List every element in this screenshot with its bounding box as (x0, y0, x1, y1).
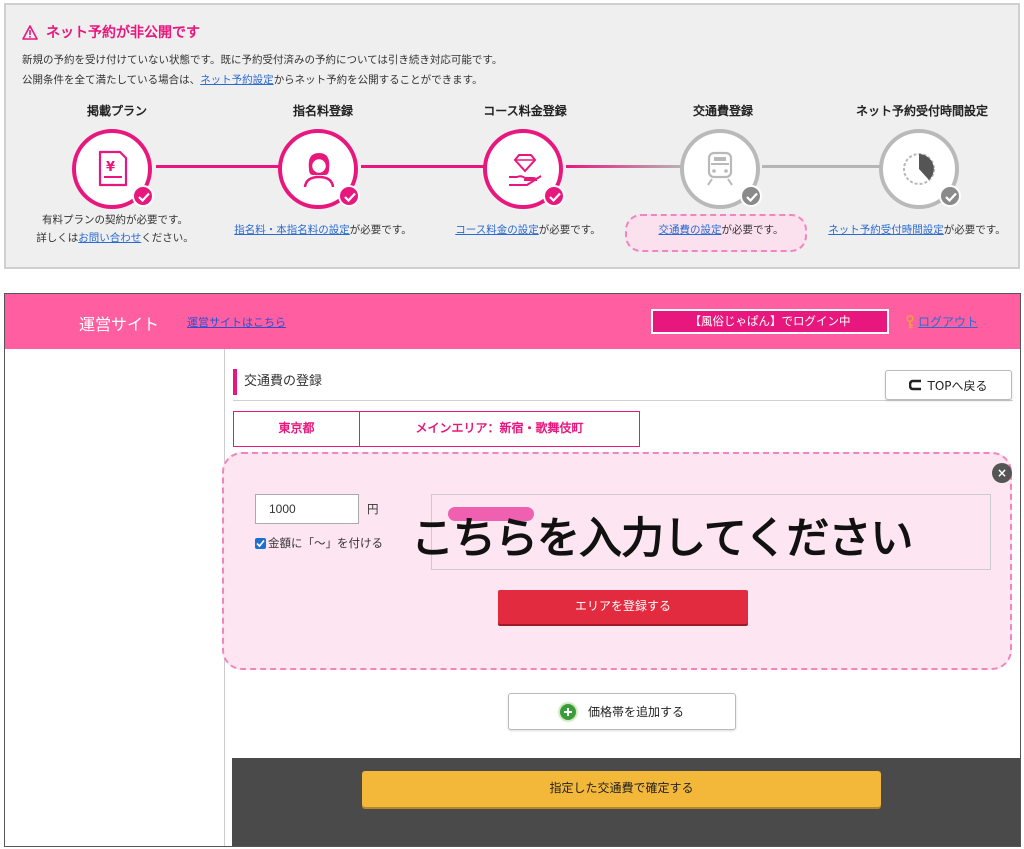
check-icon (132, 185, 154, 207)
step-title-plan: 掲載プラン (86, 104, 147, 118)
diamond-hand-icon (509, 154, 542, 186)
logout[interactable]: ログアウト (906, 313, 978, 330)
site-title: 運営サイト (79, 315, 160, 334)
close-icon[interactable]: × (992, 463, 1012, 483)
login-status: 【風俗じゃぱん】でログイン中 (651, 309, 889, 334)
register-area-button[interactable]: エリアを登録する (498, 590, 748, 624)
step-title-course: コース料金登録 (483, 104, 567, 118)
yen-document-icon: ¥ (98, 150, 128, 187)
tilde-checkbox-row[interactable]: 金額に「～」を付ける (255, 535, 383, 551)
area-table: 東京都 メインエリア：新宿・歌舞伎町 (233, 411, 640, 447)
step-note-transport: 交通費の設定が必要です。 (658, 224, 784, 236)
step-note-course: コース料金の設定が必要です。 (455, 224, 601, 236)
notice-title-text: ネット予約が非公開です (46, 25, 200, 41)
check-icon (939, 185, 961, 207)
step-connector (361, 165, 486, 168)
add-price-band-button[interactable]: 価格帯を追加する (508, 693, 736, 730)
check-icon (740, 185, 762, 207)
step-connector (762, 165, 880, 168)
notice-instruction: 公開条件を全て満たしている場合は、ネット予約設定からネット予約を公開することがで… (22, 74, 483, 86)
check-icon (543, 185, 565, 207)
train-icon (707, 151, 733, 186)
main-area-cell: メインエリア：新宿・歌舞伎町 (360, 412, 639, 446)
tilde-checkbox-label: 金額に「～」を付ける (268, 536, 383, 550)
prefecture-cell: 東京都 (234, 412, 360, 446)
site-header: 運営サイト 運営サイトはこちら 【風俗じゃぱん】でログイン中 ログアウト (5, 294, 1020, 349)
tilde-checkbox[interactable] (255, 537, 266, 549)
input-hint-text: こちらを入力してください (411, 514, 913, 564)
back-to-top-button[interactable]: TOPへ戻る (885, 370, 1012, 400)
booking-hours-settings-link[interactable]: ネット予約受付時間設定 (828, 224, 944, 236)
site-link[interactable]: 運営サイトはこちら (187, 314, 286, 330)
admin-screen: 運営サイト 運営サイトはこちら 【風俗じゃぱん】でログイン中 ログアウト 交通費… (4, 293, 1021, 847)
step-plan: ¥ (72, 129, 154, 209)
step-note-booking-hours: ネット予約受付時間設定が必要です。 (828, 224, 1006, 236)
logout-link[interactable]: ログアウト (918, 313, 978, 330)
step-transport (680, 129, 762, 209)
step-connector (156, 165, 282, 168)
key-icon (906, 314, 914, 328)
transport-fee-settings-link[interactable]: 交通費の設定 (659, 224, 722, 236)
return-arrow-icon (909, 379, 922, 391)
clock-icon (903, 153, 935, 185)
step-title-booking-hours: ネット予約受付時間設定 (855, 104, 988, 118)
reservation-settings-link[interactable]: ネット予約設定 (200, 74, 274, 86)
price-input[interactable]: 1000 (255, 494, 359, 524)
reservation-notice-panel: ネット予約が非公開です 新規の予約を受け付けていない状態です。既に予約受付済みの… (4, 3, 1020, 269)
step-title-nomination: 指名料登録 (292, 104, 353, 118)
notice-title: ネット予約が非公開です (22, 22, 200, 42)
step-booking-hours (879, 129, 961, 209)
nomination-fee-settings-link[interactable]: 指名料・本指名料の設定 (234, 224, 350, 236)
step-connector (566, 165, 683, 168)
plus-icon (559, 703, 576, 720)
step-course (483, 129, 565, 209)
svg-text:¥: ¥ (106, 160, 115, 175)
course-fee-settings-link[interactable]: コース料金の設定 (455, 224, 538, 236)
warning-icon (22, 24, 38, 40)
woman-avatar-icon (303, 153, 335, 188)
page-title: 交通費の登録 (233, 369, 322, 395)
step-nomination (278, 129, 360, 209)
step-note-plan: 有料プランの契約が必要です。 詳しくはお問い合わせください。 (36, 214, 194, 244)
step-note-nomination: 指名料・本指名料の設定が必要です。 (234, 224, 412, 236)
contact-link[interactable]: お問い合わせ (78, 232, 141, 244)
yen-label: 円 (367, 502, 379, 516)
step-title-transport: 交通費登録 (692, 104, 753, 118)
notice-description: 新規の予約を受け付けていない状態です。既に予約受付済みの予約については引き続き対… (22, 54, 503, 66)
check-icon (338, 185, 360, 207)
confirm-transport-fee-button[interactable]: 指定した交通費で確定する (362, 771, 881, 807)
